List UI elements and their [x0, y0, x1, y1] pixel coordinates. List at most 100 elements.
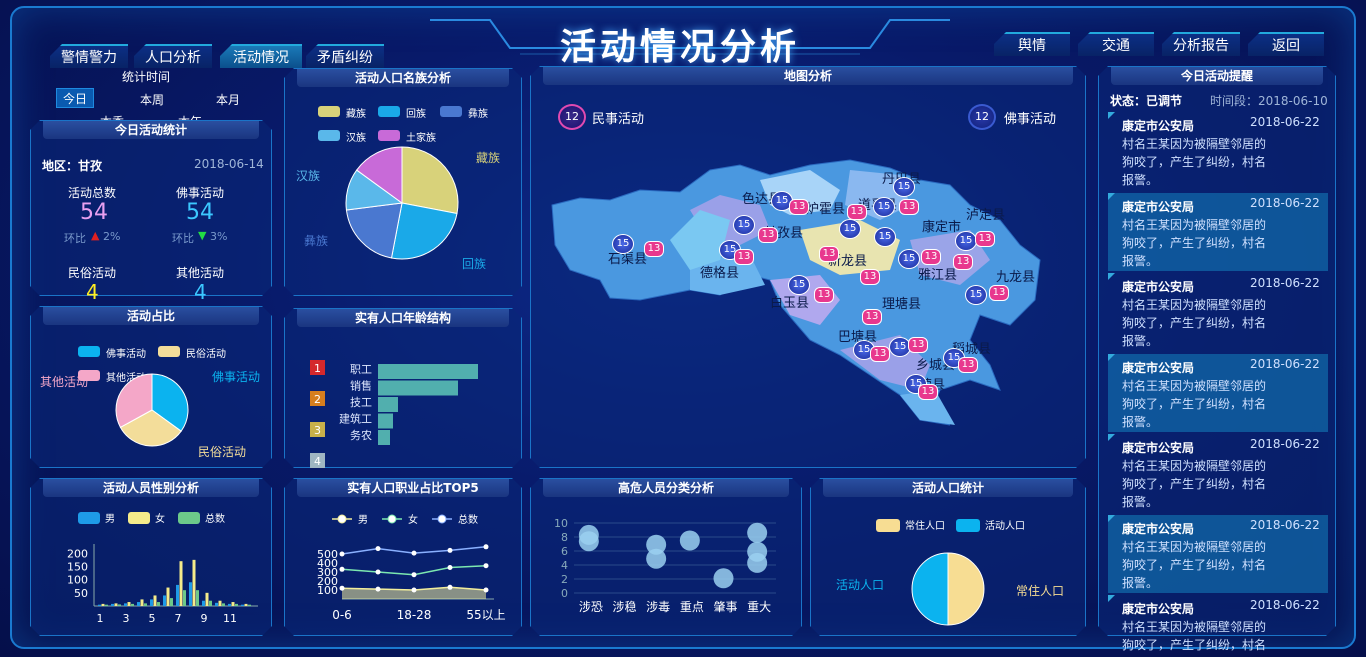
gender-legend-label-2: 总数 — [205, 512, 225, 525]
map-marker-civil[interactable]: 13 — [989, 285, 1009, 301]
pop-legend-label-1: 活动人口 — [985, 520, 1025, 532]
map-marker-civil[interactable]: 13 — [870, 346, 890, 362]
alert-date: 2018-06-22 — [1250, 437, 1320, 451]
risk-point-4 — [679, 530, 700, 551]
population-pie-chart: 常住人口 活动人口常住人口活动人口 — [836, 519, 1064, 626]
alert-text: 狗咬了，产生了纠纷，村名 — [1122, 638, 1267, 652]
occupation-line-chart: 男女总数1002003004005000-6 18-28 55以上 — [317, 513, 506, 622]
tab-police[interactable]: 警情警力 — [50, 44, 128, 68]
folk-value: 4 — [86, 280, 99, 304]
tab-public-opinion[interactable]: 舆情 — [994, 32, 1070, 56]
tab-report[interactable]: 分析报告 — [1162, 32, 1240, 56]
alert-corner-icon — [1108, 192, 1115, 200]
map-marker-buddhist[interactable]: 15 — [788, 275, 810, 295]
alert-corner-icon — [1108, 434, 1115, 441]
ethnic-pie-chart: 藏族回族 彝族 汉族 — [296, 146, 500, 271]
map-marker-civil[interactable]: 13 — [644, 241, 664, 257]
occ-ytick-4: 500 — [317, 548, 338, 561]
share-label-1: 民俗活动 — [198, 445, 246, 459]
ethnic-legend-swatch-1 — [378, 106, 400, 117]
map-marker-civil[interactable]: 13 — [847, 204, 867, 220]
map-marker-buddhist[interactable]: 15 — [873, 197, 895, 217]
map-marker-buddhist[interactable]: 15 — [612, 234, 634, 254]
alert-date: 2018-06-22 — [1250, 517, 1320, 532]
folk-label: 民俗活动 — [68, 266, 117, 280]
risk-title: 高危人员分类分析 — [543, 479, 789, 497]
share-pie-chart: 佛事活动民俗活动 其他活动 — [40, 370, 260, 459]
map-marker-buddhist[interactable]: 15 — [733, 215, 755, 235]
alert-date: 2018-06-22 — [1250, 115, 1320, 129]
gender-bar-男-5 — [163, 595, 166, 606]
region-label: 地区：甘孜 — [42, 159, 103, 173]
gender-legend-swatch-1 — [128, 512, 150, 524]
btn-today[interactable]: 今日 — [56, 88, 94, 108]
ethnic-label-3: 汉族 — [296, 169, 320, 183]
map-marker-civil[interactable]: 13 — [975, 231, 995, 247]
map-marker-buddhist[interactable]: 15 — [898, 249, 920, 269]
county-label-6: 泸定县 — [966, 208, 1006, 223]
gender-bar-男-10 — [228, 603, 231, 606]
map-marker-buddhist[interactable]: 15 — [965, 285, 987, 305]
total-value: 54 — [80, 200, 108, 225]
map-marker-buddhist[interactable]: 15 — [893, 177, 915, 197]
map-marker-buddhist[interactable]: 15 — [955, 231, 977, 251]
ethnic-label-2: 彝族 — [304, 233, 328, 248]
tab-dispute[interactable]: 矛盾纠纷 — [306, 44, 384, 68]
ethnic-legend-swatch-2 — [440, 106, 462, 117]
gender-bar-女-4 — [153, 595, 157, 606]
gender-ytick-3: 200 — [67, 547, 88, 560]
tab-population[interactable]: 人口分析 — [134, 44, 212, 68]
map-marker-civil[interactable]: 13 — [918, 384, 938, 400]
occ-legend-dot-2 — [437, 514, 447, 524]
other-label: 其他活动 — [176, 266, 225, 280]
map-marker-civil[interactable]: 13 — [953, 254, 973, 270]
ethnic-label-0: 藏族 — [476, 151, 500, 165]
btn-week[interactable]: 本周 — [140, 91, 164, 108]
map-marker-civil[interactable]: 13 — [789, 199, 809, 215]
county-label-13: 理塘县 — [882, 297, 922, 312]
up-arrow-icon: ▲ — [91, 229, 100, 242]
risk-xtick-4: 肇事 — [713, 599, 737, 614]
ethnic-slice-1 — [390, 202, 458, 260]
risk-xtick-1: 涉稳 — [612, 599, 636, 614]
tab-back[interactable]: 返回 — [1248, 32, 1324, 56]
map-marker-civil[interactable]: 13 — [921, 249, 941, 265]
gender-bar-总数-3 — [144, 603, 147, 606]
gender-xtick-0: 1 — [97, 612, 104, 625]
map-marker-civil[interactable]: 13 — [908, 337, 928, 353]
age-bar-0 — [378, 364, 478, 379]
today-stats-title: 今日活动统计 — [43, 121, 259, 139]
map-marker-civil[interactable]: 13 — [899, 199, 919, 215]
gender-bar-女-5 — [166, 587, 170, 606]
map-marker-civil[interactable]: 13 — [860, 269, 880, 285]
map-marker-civil[interactable]: 13 — [758, 227, 778, 243]
risk-point-3 — [646, 548, 667, 569]
occ-xtick-0: 0-6 — [332, 608, 352, 622]
tab-traffic[interactable]: 交通 — [1078, 32, 1154, 56]
alert-text: 报警。 — [1122, 173, 1159, 187]
map-title: 地图分析 — [543, 67, 1073, 85]
other-value: 4 — [194, 280, 207, 304]
map-marker-buddhist[interactable]: 15 — [839, 219, 861, 239]
today-stats-panel: 今日活动统计 — [30, 120, 272, 296]
gender-bar-总数-8 — [209, 600, 212, 606]
map-marker-civil[interactable]: 13 — [814, 287, 834, 303]
occ-point-女-4 — [483, 563, 489, 569]
gender-bar-男-1 — [111, 603, 114, 606]
occ-point-男-1 — [375, 586, 381, 592]
occ-legend-dot-0 — [337, 514, 347, 524]
alert-corner-icon — [1108, 273, 1115, 280]
map-marker-civil[interactable]: 13 — [819, 246, 839, 262]
risk-point-5 — [713, 568, 734, 589]
risk-ytick-2: 4 — [561, 559, 568, 572]
map-marker-buddhist[interactable]: 15 — [874, 227, 896, 247]
gender-bar-女-7 — [192, 559, 196, 606]
tab-activity[interactable]: 活动情况 — [220, 44, 302, 68]
alert-date: 2018-06-22 — [1250, 356, 1320, 371]
gender-bar-总数-7 — [196, 590, 199, 606]
btn-month[interactable]: 本月 — [216, 91, 240, 108]
map-marker-civil[interactable]: 13 — [734, 249, 754, 265]
map-marker-civil[interactable]: 13 — [958, 357, 978, 373]
map-marker-civil[interactable]: 13 — [862, 309, 882, 325]
gender-bar-总数-4 — [157, 602, 160, 606]
